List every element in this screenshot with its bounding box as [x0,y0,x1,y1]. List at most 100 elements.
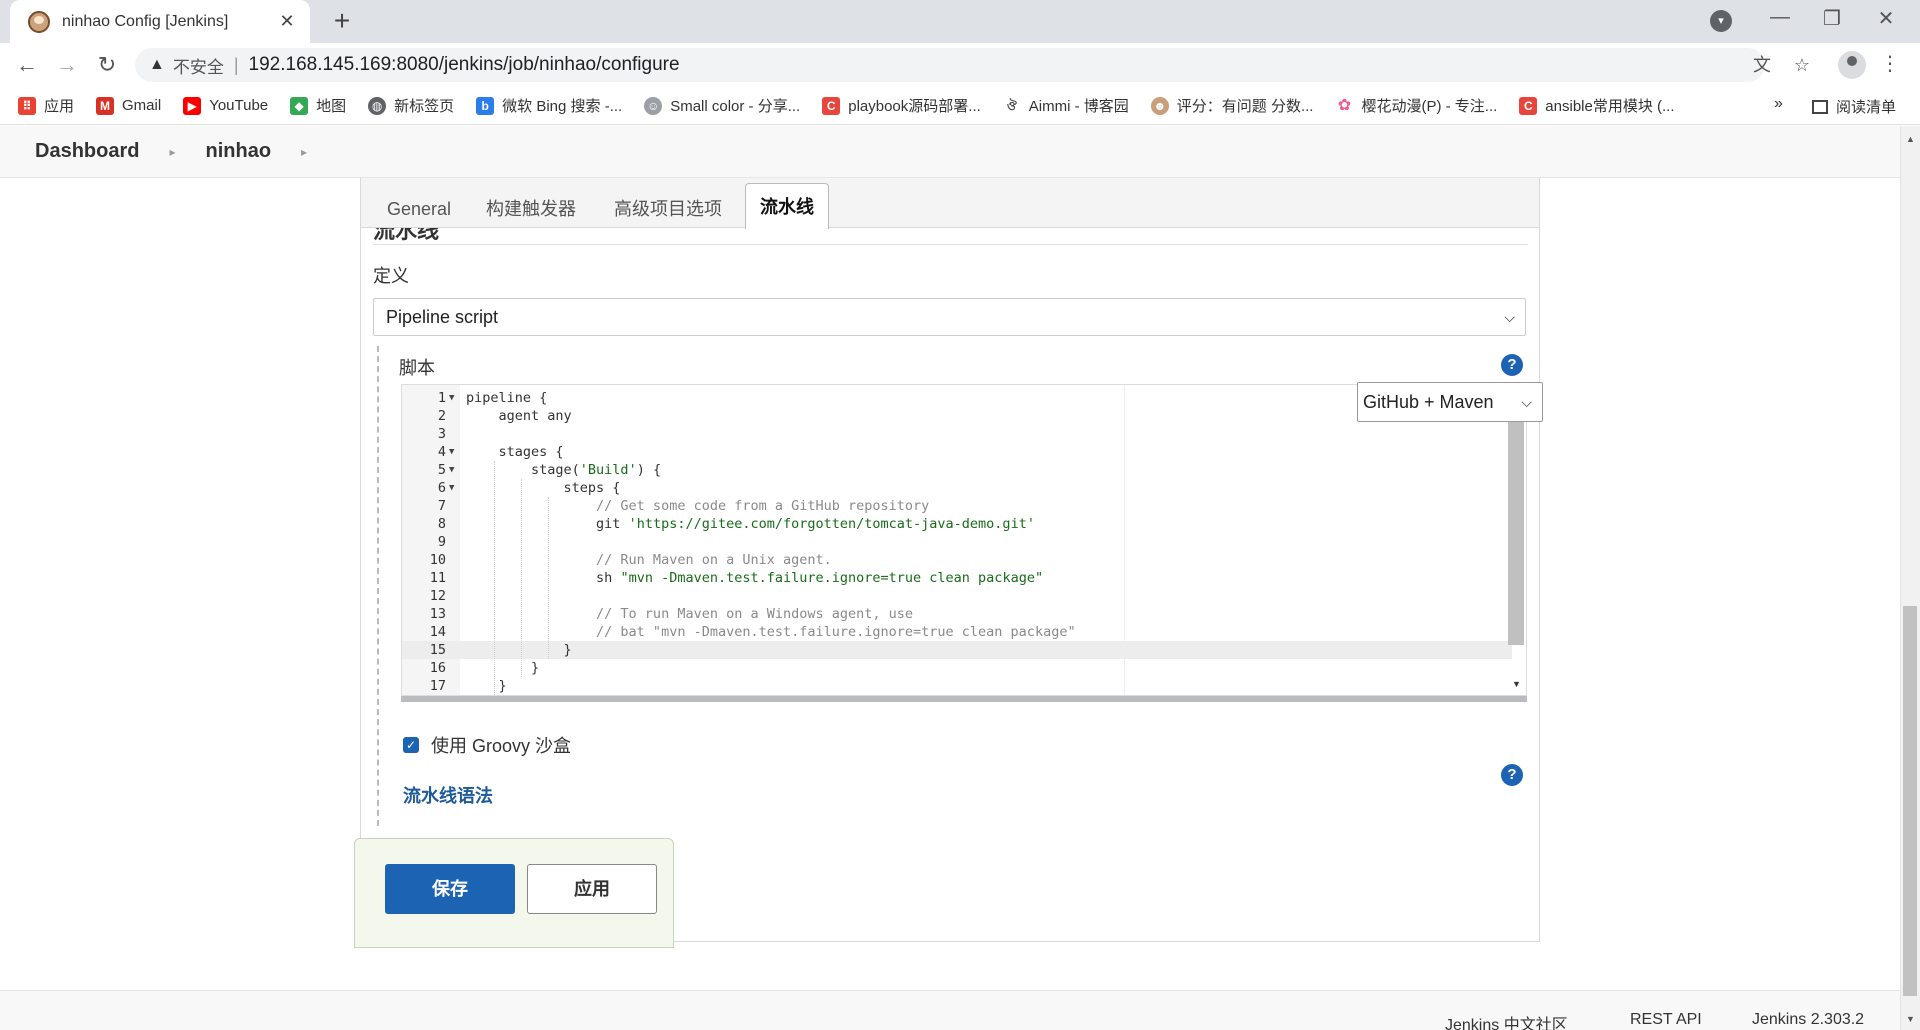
chevron-down-icon: ⌵ [1521,394,1532,410]
code-line[interactable]: 8 git 'https://gitee.com/forgotten/tomca… [402,515,1512,533]
indent-guide [548,497,549,659]
url-bar[interactable]: ▲ 不安全 | 192.168.145.169:8080/jenkins/job… [135,48,1765,82]
code-line[interactable]: 7 // Get some code from a GitHub reposit… [402,497,1512,515]
code-line[interactable]: 4 ▼ stages { [402,443,1512,461]
bookmark-small-color[interactable]: ☺ Small color - 分享... [644,95,800,116]
close-tab-icon[interactable]: ✕ [276,11,298,32]
fold-toggle-icon[interactable]: ▼ [449,443,454,461]
footer-rest-api-link[interactable]: REST API [1630,1011,1702,1029]
help-icon[interactable]: ? [1501,764,1523,786]
config-tabs: General 构建触发器 高级项目选项 流水线 [361,178,1539,229]
code-line[interactable]: 15 } [402,641,1512,659]
editor-resize-bar[interactable] [401,696,1527,702]
sakura-flower-icon: ✿ [1335,96,1354,115]
restore-window-icon[interactable]: ❐ [1812,6,1852,31]
bookmark-playbook[interactable]: Cplaybook源码部署... [822,95,981,116]
code-line[interactable]: 10 // Run Maven on a Unix agent. [402,551,1512,569]
editor-scroll-down-icon[interactable]: ▼ [1512,679,1521,689]
browser-menu-icon[interactable]: ⋮ [1880,51,1900,76]
line-number: 15 [429,642,446,658]
bookmark-sakura[interactable]: ✿ 樱花动漫(P) - 专注... [1335,95,1497,116]
save-button[interactable]: 保存 [385,864,515,914]
code-line[interactable]: 9 [402,533,1512,551]
code-line[interactable]: 17 } [402,677,1512,695]
forward-arrow-icon[interactable]: → [52,51,82,79]
youtube-icon: ▶ [183,96,202,115]
code-line[interactable]: 1 ▼ pipeline { [402,389,1512,407]
code-line[interactable]: 11 sh "mvn -Dmaven.test.failure.ignore=t… [402,569,1512,587]
code-text: pipeline { [466,390,548,406]
insecure-label[interactable]: 不安全 [173,53,224,78]
scroll-down-icon[interactable]: ▼ [1906,1014,1915,1024]
code-line[interactable]: 3 [402,425,1512,443]
chevron-right-icon[interactable]: ▸ [169,145,175,159]
bookmark-apps[interactable]: ⠿ 应用 [18,95,74,116]
back-arrow-icon[interactable]: ← [12,51,42,79]
help-icon[interactable]: ? [1501,354,1523,376]
close-window-icon[interactable]: ✕ [1866,6,1906,31]
bookmark-ansible[interactable]: Cansible常用模块 (... [1519,95,1675,116]
reading-list-icon [1812,99,1828,114]
translate-icon[interactable]: 文 [1750,53,1774,77]
fold-toggle-icon[interactable]: ▼ [449,389,454,407]
bookmark-youtube[interactable]: ▶ YouTube [183,96,268,115]
bookmark-bing[interactable]: b 微软 Bing 搜索 -... [476,95,622,116]
bookmark-label: 新标签页 [394,98,455,115]
tab-build-triggers[interactable]: 构建触发器 [472,190,590,228]
footer-community-link[interactable]: Jenkins 中文社区 [1445,1011,1568,1030]
bookmark-label: Aimmi - 博客园 [1028,98,1129,115]
script-block: 脚本 ? 1 ▼ pipeline {2 agent any 3 4 ▼ stages {… [377,346,1543,826]
template-select[interactable]: GitHub + Maven ⌵ [1357,382,1543,422]
new-tab-button[interactable]: + [325,6,359,36]
definition-select-value: Pipeline script [386,307,499,327]
url-text[interactable]: 192.168.145.169:8080/jenkins/job/ninhao/… [249,54,680,76]
reload-icon[interactable]: ↻ [92,51,122,79]
chevron-right-icon[interactable]: ▸ [301,145,307,159]
groovy-sandbox-checkbox[interactable]: ✓ [403,737,419,753]
bookmark-star-icon[interactable]: ☆ [1790,53,1814,77]
scroll-up-icon[interactable]: ▲ [1906,134,1915,144]
code-line[interactable]: 6 ▼ steps { [402,479,1512,497]
tab-pipeline[interactable]: 流水线 [745,183,829,229]
string-literal: 'Build' [579,462,637,478]
script-editor[interactable]: 1 ▼ pipeline {2 agent any 3 4 ▼ stages {5 ▼ st… [401,384,1527,696]
fold-toggle-icon[interactable]: ▼ [449,461,454,479]
definition-label: 定义 [373,266,409,286]
bookmark-maps[interactable]: ◆ 地图 [290,95,346,116]
bookmark-gmail[interactable]: M Gmail [96,96,161,115]
code-line[interactable]: 12 [402,587,1512,605]
code-line[interactable]: 5 ▼ stage('Build') { [402,461,1512,479]
pipeline-syntax-link[interactable]: 流水线语法 [403,782,493,808]
minimize-window-icon[interactable]: — [1760,6,1800,29]
code-line[interactable]: 2 agent any [402,407,1512,425]
bookmark-aimmi[interactable]: ঔ Aimmi - 博客园 [1002,95,1129,116]
code-line[interactable]: 13 // To run Maven on a Windows agent, u… [402,605,1512,623]
editor-scrollbar-thumb[interactable] [1508,415,1524,645]
tab-general[interactable]: General [373,190,465,228]
footer-version-link[interactable]: Jenkins 2.303.2 [1752,1011,1864,1029]
tab-advanced-options[interactable]: 高级项目选项 [600,190,736,228]
bookmark-rating[interactable]: ☻ 评分：有问题 分数... [1150,95,1313,116]
apply-button[interactable]: 应用 [527,864,657,914]
breadcrumb-job[interactable]: ninhao [206,140,272,163]
csdn-icon: C [822,96,841,115]
breadcrumb-dashboard[interactable]: Dashboard [35,140,139,163]
small-color-icon: ☺ [644,96,663,115]
code-line[interactable]: 16 } [402,659,1512,677]
bookmarks-overflow-button[interactable]: » [1774,95,1783,113]
jenkins-favicon-icon [28,10,50,33]
page-scrollbar-thumb[interactable] [1903,606,1917,996]
tab-search-icon[interactable]: ▾ [1710,10,1732,32]
browser-tab[interactable]: ninhao Config [Jenkins] ✕ [10,0,310,43]
indent-guide [494,461,495,695]
definition-select[interactable]: Pipeline script ⌵ [373,298,1526,336]
bookmark-new-tab[interactable]: ◍ 新标签页 [368,95,454,116]
reading-list-button[interactable]: 阅读清单 [1812,96,1896,117]
code-line[interactable]: 14 // bat "mvn -Dmaven.test.failure.igno… [402,623,1512,641]
warning-triangle-icon: ▲ [149,56,165,73]
line-number: 13 [429,606,446,622]
fold-toggle-icon[interactable]: ▼ [449,479,454,497]
bing-icon: b [476,96,495,115]
code-text: } [466,642,572,658]
profile-avatar-icon[interactable] [1838,51,1866,79]
